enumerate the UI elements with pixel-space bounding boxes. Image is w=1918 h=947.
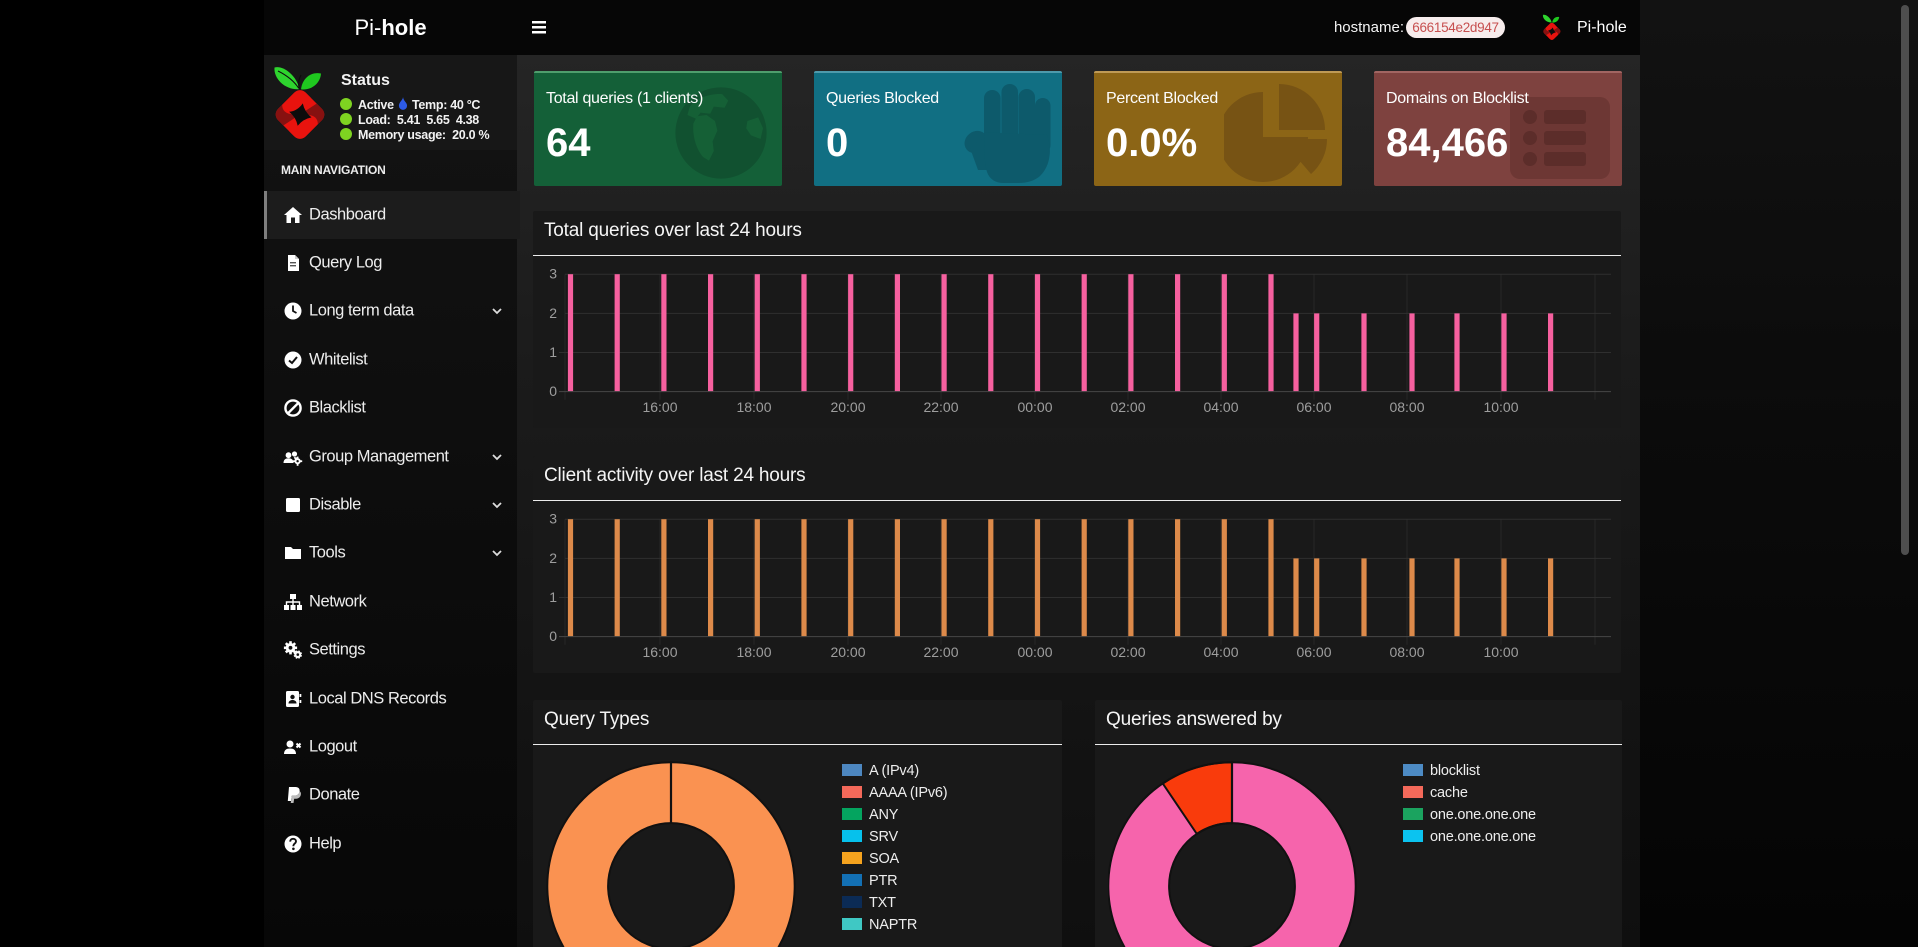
svg-text:2: 2 bbox=[549, 305, 557, 321]
svg-text:04:00: 04:00 bbox=[1203, 644, 1238, 660]
svg-text:2: 2 bbox=[549, 550, 557, 566]
svg-text:10:00: 10:00 bbox=[1483, 644, 1518, 660]
svg-text:10:00: 10:00 bbox=[1483, 399, 1518, 415]
svg-text:02:00: 02:00 bbox=[1110, 644, 1145, 660]
svg-text:08:00: 08:00 bbox=[1389, 644, 1424, 660]
svg-text:16:00: 16:00 bbox=[642, 644, 677, 660]
svg-text:0: 0 bbox=[549, 628, 557, 644]
svg-text:18:00: 18:00 bbox=[736, 644, 771, 660]
svg-text:22:00: 22:00 bbox=[923, 399, 958, 415]
svg-text:18:00: 18:00 bbox=[736, 399, 771, 415]
svg-text:00:00: 00:00 bbox=[1017, 399, 1052, 415]
svg-text:3: 3 bbox=[549, 266, 557, 282]
svg-text:06:00: 06:00 bbox=[1296, 399, 1331, 415]
svg-text:02:00: 02:00 bbox=[1110, 399, 1145, 415]
svg-text:20:00: 20:00 bbox=[830, 399, 865, 415]
svg-text:00:00: 00:00 bbox=[1017, 644, 1052, 660]
svg-text:20:00: 20:00 bbox=[830, 644, 865, 660]
svg-text:06:00: 06:00 bbox=[1296, 644, 1331, 660]
svg-text:1: 1 bbox=[549, 589, 557, 605]
svg-text:0: 0 bbox=[549, 383, 557, 399]
svg-text:16:00: 16:00 bbox=[642, 399, 677, 415]
svg-text:3: 3 bbox=[549, 511, 557, 527]
svg-text:08:00: 08:00 bbox=[1389, 399, 1424, 415]
svg-text:1: 1 bbox=[549, 344, 557, 360]
svg-text:04:00: 04:00 bbox=[1203, 399, 1238, 415]
svg-text:22:00: 22:00 bbox=[923, 644, 958, 660]
